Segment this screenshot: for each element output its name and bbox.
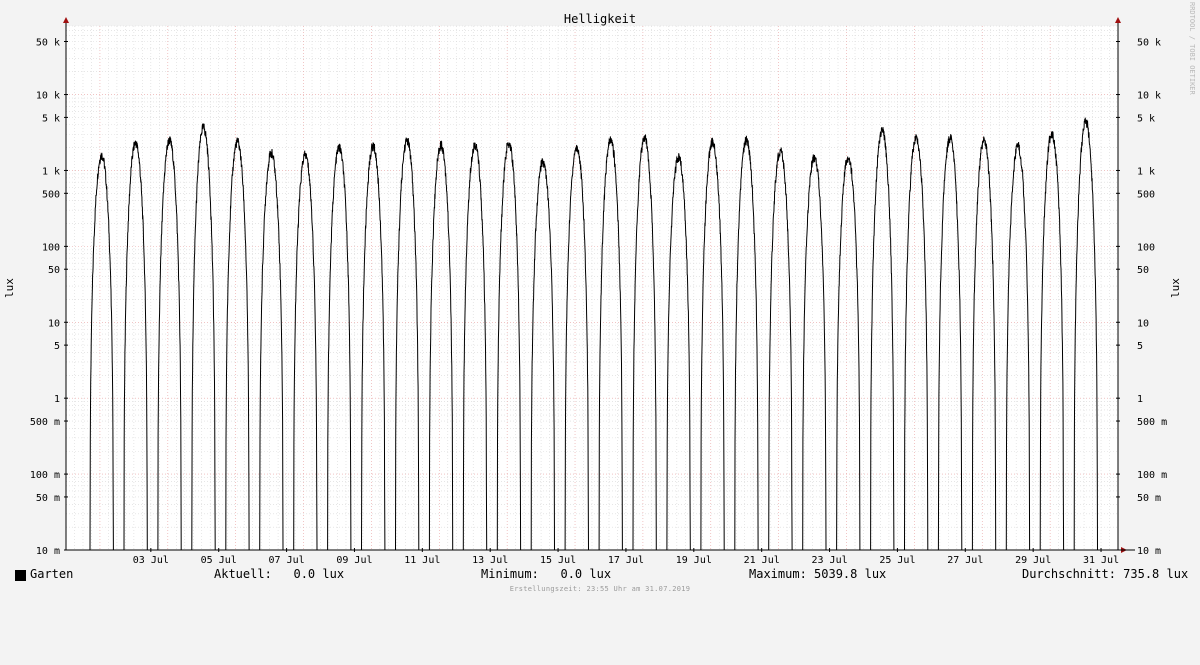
x-tick-label: 05 Jul — [201, 555, 237, 566]
chart-area: 50 k 50 k 10 k 10 k5 k5 k1 k1 k 500 500 100 100… — [0, 0, 1200, 600]
legend: Garten Aktuell: 0.0 lux Minimum: 0.0 lux… — [0, 567, 1200, 585]
legend-minimum: Minimum: 0.0 lux — [481, 567, 612, 581]
x-tick-label: 27 Jul — [947, 555, 983, 566]
y-tick-label-left: 5 — [54, 341, 60, 352]
x-tick-label: 17 Jul — [608, 555, 644, 566]
x-tick-label: 07 Jul — [269, 555, 305, 566]
legend-aktuell: Aktuell: 0.0 lux — [214, 567, 345, 581]
y-tick-label-left: 10 — [48, 318, 60, 329]
x-tick-label: 13 Jul — [472, 555, 508, 566]
x-tick-label: 09 Jul — [336, 555, 372, 566]
helligkeit-chart: 50 k 50 k10 k 10 k5 k5 k1 k1 k500 500100 100… — [3, 12, 1182, 566]
y-tick-label-right: 100 — [1137, 242, 1155, 253]
x-tick-label: 03 Jul — [133, 555, 169, 566]
x-tick-label: 19 Jul — [676, 555, 712, 566]
y-tick-label-left: 10 k — [36, 91, 60, 102]
y-axis-arrow-right — [1115, 17, 1121, 23]
y-tick-label-left: 500 — [42, 189, 60, 200]
y-tick-label-left: 50 — [48, 265, 60, 276]
y-tick-label-left: 100 — [42, 242, 60, 253]
y-tick-label-right: 10 k — [1137, 91, 1161, 102]
x-tick-label: 15 Jul — [540, 555, 576, 566]
footer-timestamp: Erstellungszeit: 23:55 Uhr am 31.07.2019 — [509, 585, 691, 593]
x-tick-label: 29 Jul — [1015, 555, 1051, 566]
y-tick-label-left: 500 m — [30, 417, 60, 428]
rrdtool-watermark: RRDTOOL / TOBI OETIKER — [1188, 2, 1196, 95]
chart-title: Helligkeit — [564, 12, 636, 26]
x-tick-label: 25 Jul — [879, 555, 915, 566]
y-tick-label-left: 1 — [54, 394, 60, 405]
y-tick-label-left: 1 k — [42, 166, 60, 177]
y-tick-label-right: 50 m — [1137, 493, 1161, 504]
y-tick-label-left: 5 k — [42, 113, 60, 124]
y-tick-label-left: 50 k — [36, 37, 60, 48]
y-tick-label-right: 500 — [1137, 189, 1155, 200]
x-tick-label: 31 Jul — [1083, 555, 1119, 566]
y-tick-label-right: 50 k — [1137, 37, 1161, 48]
legend-durchschnitt: Durchschnitt: 735.8 lux — [1022, 567, 1189, 581]
y-tick-label-right: 5 k — [1137, 113, 1155, 124]
y-axis-arrow-left — [63, 17, 69, 23]
legend-maximum: Maximum: 5039.8 lux — [749, 567, 887, 581]
y-axis-label-right: lux — [1169, 278, 1182, 298]
y-tick-label-left: 50 m — [36, 493, 60, 504]
x-tick-label: 11 Jul — [404, 555, 440, 566]
y-tick-label-left: 10 m — [36, 546, 60, 557]
y-tick-label-left: 100 m — [30, 470, 60, 481]
y-tick-label-right: 500 m — [1137, 417, 1167, 428]
legend-series-name: Garten — [30, 567, 74, 581]
y-tick-label-right: 5 — [1137, 341, 1143, 352]
x-tick-label: 21 Jul — [744, 555, 780, 566]
x-tick-label: 23 Jul — [811, 555, 847, 566]
legend-swatch-garten — [15, 570, 26, 581]
y-tick-label-right: 10 — [1137, 318, 1149, 329]
y-tick-label-right: 10 m — [1137, 546, 1161, 557]
y-tick-label-right: 1 k — [1137, 166, 1155, 177]
y-tick-label-right: 50 — [1137, 265, 1149, 276]
y-axis-label-left: lux — [3, 278, 16, 298]
y-tick-label-right: 100 m — [1137, 470, 1167, 481]
y-tick-label-right: 1 — [1137, 394, 1143, 405]
